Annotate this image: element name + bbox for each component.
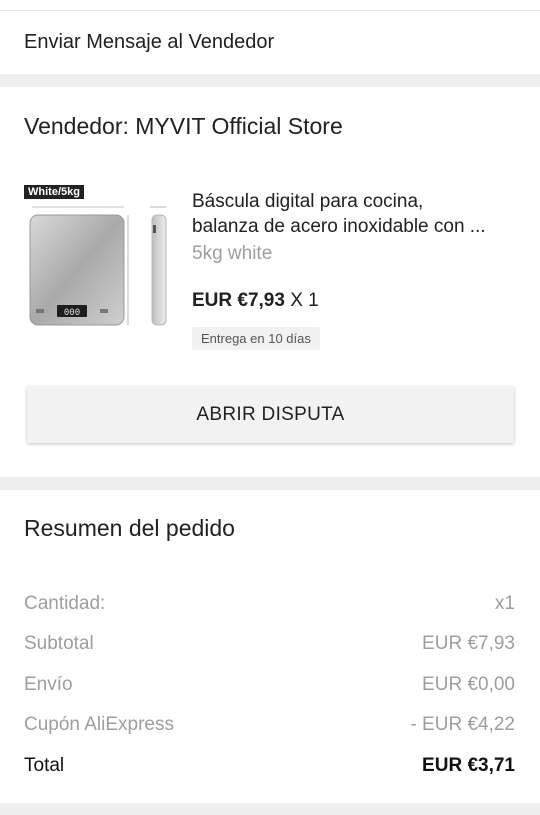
summary-value: EUR €7,93 (422, 633, 515, 654)
message-seller-card[interactable]: Enviar Mensaje al Vendedor (0, 11, 540, 74)
delivery-estimate-tag: Entrega en 10 días (192, 327, 320, 350)
product-title[interactable]: Báscula digital para cocina, balanza de … (192, 189, 517, 239)
price-line: EUR €7,93 X 1 (192, 290, 319, 312)
scale-illustration: 000 (29, 206, 167, 326)
summary-label: Subtotal (24, 633, 94, 654)
product-title-line-1: Báscula digital para cocina, (192, 191, 424, 212)
summary-row-coupon: Cupón AliExpress - EUR €4,22 (24, 714, 515, 740)
product-image[interactable]: 000 White/5kg (24, 185, 172, 333)
summary-value: EUR €0,00 (422, 674, 515, 695)
open-dispute-button[interactable]: ABRIR DISPUTA (27, 386, 514, 443)
summary-label: Cupón AliExpress (24, 714, 174, 735)
order-summary-title: Resumen del pedido (24, 515, 235, 541)
message-seller-link[interactable]: Enviar Mensaje al Vendedor (24, 31, 274, 54)
summary-row-total: Total EUR €3,71 (24, 755, 515, 781)
product-title-line-2: balanza de acero inoxidable con ... (192, 216, 486, 237)
summary-label: Cantidad: (24, 593, 106, 614)
product-quantity: X 1 (290, 290, 319, 311)
seller-heading[interactable]: Vendedor: MYVIT Official Store (24, 113, 343, 140)
summary-label: Total (24, 755, 65, 776)
summary-label: Envío (24, 674, 73, 695)
summary-value: x1 (494, 593, 515, 614)
variant-badge: White/5kg (24, 185, 84, 199)
summary-total-value: EUR €3,71 (422, 755, 515, 776)
seller-card: Vendedor: MYVIT Official Store 000 White… (0, 87, 540, 477)
summary-row-shipping: Envío EUR €0,00 (24, 674, 515, 700)
product-variant: 5kg white (192, 243, 273, 264)
order-summary-card: Resumen del pedido Cantidad: x1 Subtotal… (0, 490, 540, 803)
top-strip (0, 0, 540, 11)
summary-value: - EUR €4,22 (410, 714, 515, 735)
product-price: EUR €7,93 (192, 290, 285, 311)
summary-row-subtotal: Subtotal EUR €7,93 (24, 633, 515, 659)
summary-row-quantity: Cantidad: x1 (24, 593, 515, 619)
scale-display-reading: 000 (64, 308, 80, 318)
